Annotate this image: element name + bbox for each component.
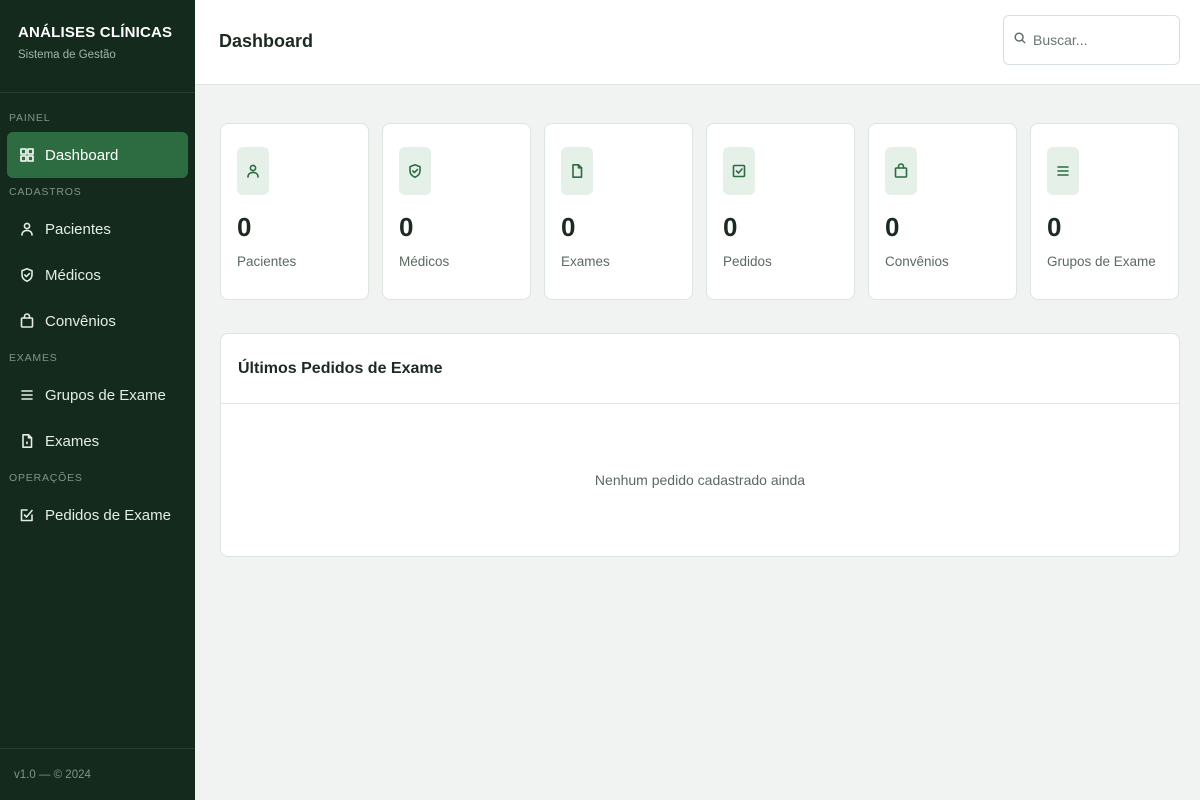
user-icon: [19, 221, 35, 237]
brand-title: ANÁLISES CLÍNICAS: [18, 24, 173, 41]
brand: ANÁLISES CLÍNICAS Sistema de Gestão: [0, 0, 195, 93]
search-input[interactable]: [1033, 32, 1163, 48]
sidebar-item-convenios[interactable]: Convênios: [7, 298, 188, 344]
section-label-painel: PAINEL: [9, 112, 51, 124]
sidebar-item-dashboard[interactable]: Dashboard: [7, 132, 188, 178]
sidebar-item-label: Exames: [45, 432, 100, 450]
stat-label: Exames: [561, 254, 610, 269]
stat-value: 0: [723, 212, 738, 242]
stat-label: Pedidos: [723, 254, 772, 269]
file-icon: [19, 433, 35, 449]
sidebar-item-pedidos-de-exame[interactable]: Pedidos de Exame: [7, 492, 188, 538]
shield-check-icon: [19, 267, 35, 283]
recent-orders-panel: Últimos Pedidos de Exame Nenhum pedido c…: [220, 333, 1180, 557]
empty-state-message: Nenhum pedido cadastrado ainda: [594, 472, 806, 488]
sidebar-item-label: Pedidos de Exame: [45, 506, 171, 524]
brand-subtitle: Sistema de Gestão: [18, 49, 116, 61]
user-icon: [237, 147, 269, 195]
sidebar: ANÁLISES CLÍNICAS Sistema de Gestão PAIN…: [0, 0, 195, 800]
stat-label: Pacientes: [237, 254, 297, 269]
sidebar-item-label: Grupos de Exame: [45, 386, 166, 404]
stat-card-convenios[interactable]: 0 Convênios: [868, 123, 1017, 300]
stat-label: Grupos de Exame: [1047, 254, 1156, 269]
stat-label: Médicos: [399, 254, 450, 269]
stat-card-medicos[interactable]: 0 Médicos: [382, 123, 531, 300]
clipboard-check-icon: [19, 507, 35, 523]
stat-value: 0: [399, 212, 414, 242]
search-icon: [1013, 31, 1033, 50]
page-title: Dashboard: [219, 31, 314, 51]
grid-icon: [19, 147, 35, 163]
bag-icon: [885, 147, 917, 195]
stat-label: Convênios: [885, 254, 949, 269]
stat-card-grupos-de-exame[interactable]: 0 Grupos de Exame: [1030, 123, 1179, 300]
shield-check-icon: [399, 147, 431, 195]
panel-title: Últimos Pedidos de Exame: [221, 334, 1179, 404]
sidebar-item-label: Convênios: [45, 312, 116, 330]
section-label-exames: EXAMES: [9, 352, 58, 364]
stat-card-exames[interactable]: 0 Exames: [544, 123, 693, 300]
sidebar-item-label: Médicos: [45, 266, 101, 284]
sidebar-item-exames[interactable]: Exames: [7, 418, 188, 464]
search-box[interactable]: [1003, 15, 1180, 65]
stat-card-pacientes[interactable]: 0 Pacientes: [220, 123, 369, 300]
top-header: Dashboard: [195, 0, 1200, 85]
sidebar-item-pacientes[interactable]: Pacientes: [7, 206, 188, 252]
list-icon: [19, 387, 35, 403]
sidebar-item-label: Dashboard: [45, 146, 119, 164]
stat-value: 0: [237, 212, 252, 242]
section-label-cadastros: CADASTROS: [9, 186, 82, 198]
clipboard-check-icon: [723, 147, 755, 195]
sidebar-item-medicos[interactable]: Médicos: [7, 252, 188, 298]
stats-cards: 0 Pacientes 0 Médicos 0 Exames 0 Pedidos…: [220, 123, 1179, 300]
stat-card-pedidos[interactable]: 0 Pedidos: [706, 123, 855, 300]
stat-value: 0: [561, 212, 576, 242]
bag-icon: [19, 313, 35, 329]
version-footer: v1.0 — © 2024: [0, 748, 195, 800]
sidebar-item-label: Pacientes: [45, 220, 111, 238]
list-icon: [1047, 147, 1079, 195]
section-label-operacoes: OPERAÇÕES: [9, 472, 83, 484]
stat-value: 0: [1047, 212, 1062, 242]
file-icon: [561, 147, 593, 195]
sidebar-item-grupos-de-exame[interactable]: Grupos de Exame: [7, 372, 188, 418]
stat-value: 0: [885, 212, 900, 242]
